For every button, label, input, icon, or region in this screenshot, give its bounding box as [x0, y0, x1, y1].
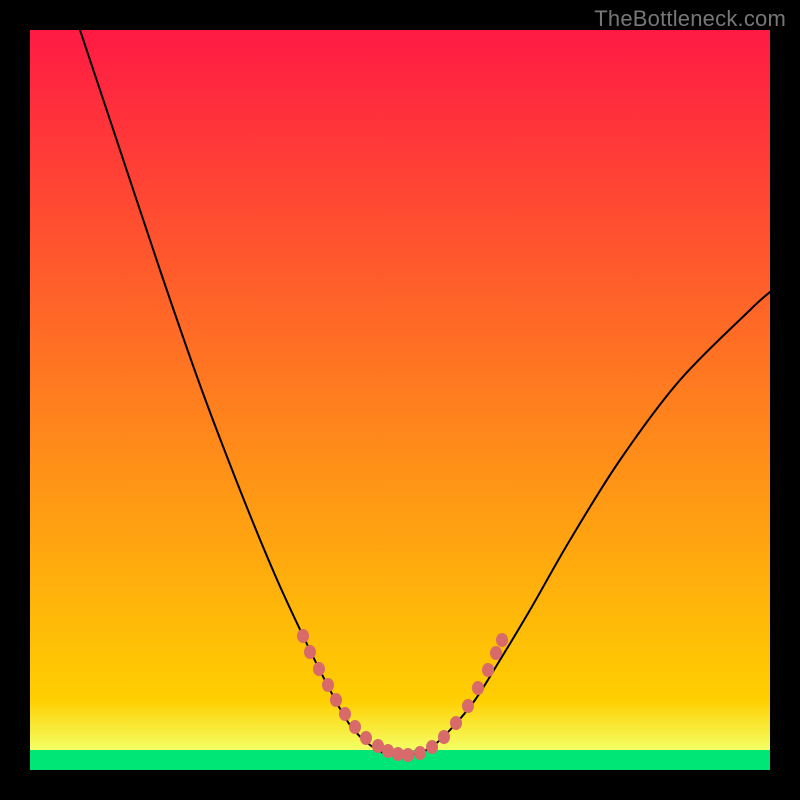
- watermark-text: TheBottleneck.com: [594, 6, 786, 32]
- plot-area: [30, 30, 770, 770]
- background-gradient-green: [30, 750, 770, 770]
- background-gradient-main: [30, 30, 770, 700]
- background-gradient-pale: [30, 700, 770, 750]
- outer-frame: TheBottleneck.com: [0, 0, 800, 800]
